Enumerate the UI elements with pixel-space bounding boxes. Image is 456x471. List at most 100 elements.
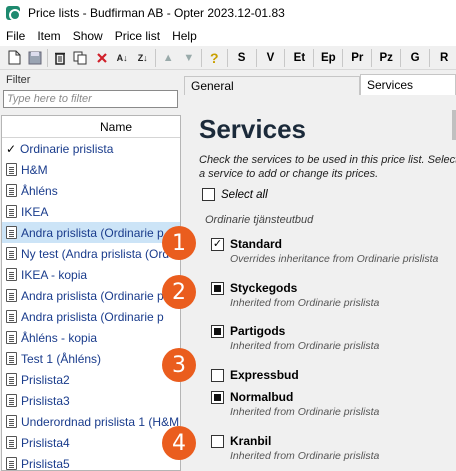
price-list-list: Name ✓ Ordinarie prislista H&M Åhléns IK… [1,115,181,471]
checkbox-indeterminate-icon[interactable] [211,324,224,338]
list-item[interactable]: Andra prislista (Ordinarie p [2,285,180,306]
document-icon [6,205,17,218]
tab-services[interactable]: Services [360,74,456,95]
document-icon [6,310,17,323]
checkbox-indeterminate-icon[interactable] [211,281,224,295]
list-item-label: Andra prislista (Ordinarie p [21,309,164,324]
tab-general[interactable]: General [184,76,360,95]
service-inheritance-note: Inherited from Ordinarie prislista [230,297,380,309]
service-styckegods[interactable]: Styckegods Inherited from Ordinarie pris… [211,281,379,309]
toolbar-button-ep[interactable]: Ep [316,48,340,68]
document-icon [6,352,17,365]
service-inheritance-note: Inherited from Ordinarie prislista [230,450,380,462]
checkbox-icon[interactable] [211,434,224,448]
service-partigods[interactable]: Partigods Inherited from Ordinarie prisl… [211,324,379,352]
toolbar-separator [255,48,257,67]
list-item-label: Test 1 (Åhléns) [21,351,102,366]
list-item[interactable]: IKEA - kopia [2,264,180,285]
toolbar-button-r[interactable]: R [432,48,456,68]
checkbox-icon[interactable] [202,188,215,201]
menu-show[interactable]: Show [67,29,109,43]
service-standard[interactable]: ✓ Standard Overrides inheritance from Ord… [211,237,438,265]
service-expressbud[interactable]: Expressbud [211,368,299,382]
app-icon [6,6,21,21]
list-item[interactable]: H&M [2,159,180,180]
list-item[interactable]: Andra prislista (Ordinarie p [2,306,180,327]
list-item-label: Underordnad prislista 1 (H&M [21,414,180,429]
list-item[interactable]: Åhléns - kopia [2,327,180,348]
instructions-text: Check the services to be used in this pr… [199,154,456,180]
help-icon[interactable]: ? [204,48,225,68]
window-title: Price lists - Budfirman AB - Opter 2023.… [28,6,285,20]
checkbox-indeterminate-icon[interactable] [211,390,224,404]
list-item[interactable]: Underordnad prislista 1 (H&M [2,411,180,432]
list-item-label: Ny test (Andra prislista (Ord [21,246,170,261]
checkbox-checked-icon[interactable]: ✓ [211,237,224,251]
filter-input[interactable] [3,90,178,108]
document-icon [6,226,17,239]
menu-bar: File Item Show Price list Help [0,26,456,46]
service-label: Partigods [230,324,286,338]
list-item-label: IKEA - kopia [21,267,88,282]
service-label: Standard [230,237,283,251]
document-icon [6,289,17,302]
menu-price-list[interactable]: Price list [109,29,166,43]
tab-bar: General Services [184,74,456,95]
column-header-name[interactable]: Name [2,116,180,138]
list-item-label: H&M [21,162,48,177]
toolbar-separator [284,48,286,67]
toolbar-button-et[interactable]: Et [287,48,311,68]
copy-icon[interactable] [71,48,92,68]
select-all-checkbox[interactable]: Select all [202,188,268,201]
list-item-label: Prislista2 [21,372,70,387]
callout-badge: 1 [162,226,196,260]
toolbar-button-s[interactable]: S [230,48,254,68]
service-label: Kranbil [230,434,272,448]
filter-label: Filter [6,74,31,86]
toolbar-button-pz[interactable]: Pz [374,48,398,68]
list-item[interactable]: ✓ Ordinarie prislista [2,138,180,159]
document-icon [6,457,17,470]
list-item[interactable]: Prislista4 [2,432,180,453]
service-label: Normalbud [230,390,294,404]
service-kranbil[interactable]: Kranbil Inherited from Ordinarie prislis… [211,434,379,462]
service-inheritance-note: Inherited from Ordinarie prislista [230,406,380,418]
toolbar-separator [429,48,431,67]
menu-help[interactable]: Help [166,29,203,43]
new-icon[interactable] [4,48,25,68]
list-item[interactable]: Test 1 (Åhléns) [2,348,180,369]
list-item[interactable]: IKEA [2,201,180,222]
callout-badge: 4 [162,426,196,460]
checkmark-icon: ✓ [6,141,17,156]
toolbar-separator [313,48,315,67]
sort-asc-icon[interactable]: A↓ [112,48,133,68]
checkbox-icon[interactable] [211,368,224,382]
toolbar-separator [371,48,373,67]
cancel-icon[interactable] [91,48,112,68]
list-item[interactable]: Prislista2 [2,369,180,390]
document-icon [6,268,17,281]
delete-icon[interactable] [50,48,71,68]
toolbar-button-g[interactable]: G [403,48,427,68]
callout-badge: 3 [162,348,196,382]
service-label: Styckegods [230,281,298,295]
menu-item[interactable]: Item [31,29,66,43]
move-up-icon[interactable]: ▲ [158,48,179,68]
list-item[interactable]: Ny test (Andra prislista (Ord [2,243,180,264]
sort-desc-icon[interactable]: Z↓ [132,48,153,68]
list-item[interactable]: Prislista3 [2,390,180,411]
move-down-icon[interactable]: ▼ [179,48,200,68]
menu-file[interactable]: File [0,29,31,43]
toolbar-button-pr[interactable]: Pr [345,48,369,68]
document-icon [6,247,17,260]
scrollbar-thumb[interactable] [452,110,456,140]
list-item[interactable]: Åhléns [2,180,180,201]
toolbar-button-v[interactable]: V [258,48,282,68]
save-icon[interactable] [25,48,46,68]
list-item-label: Prislista3 [21,393,70,408]
list-item[interactable]: Prislista5 [2,453,180,471]
list-item-selected[interactable]: Andra prislista (Ordinarie p [2,222,180,243]
list-item-label: IKEA [21,204,49,219]
list-item-label: Prislista5 [21,456,70,471]
service-normalbud[interactable]: Normalbud Inherited from Ordinarie prisl… [211,390,379,418]
